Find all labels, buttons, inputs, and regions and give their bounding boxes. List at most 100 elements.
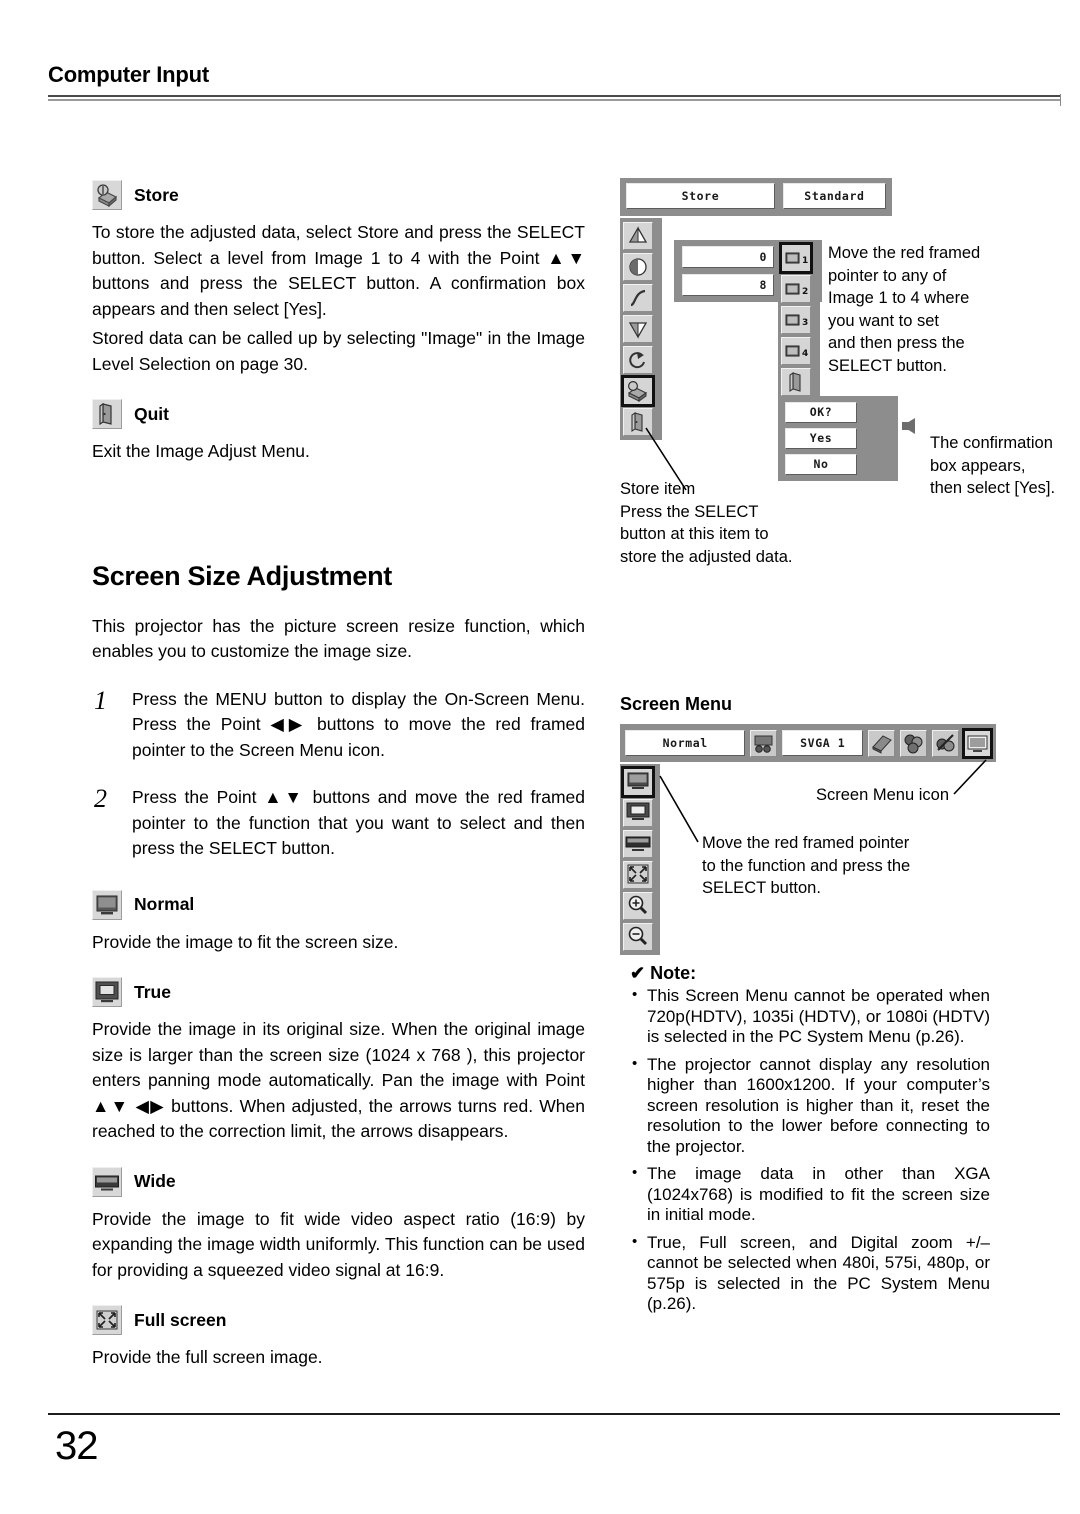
digital-zoom-in-icon[interactable]: [623, 892, 653, 920]
footer-rule: [48, 1413, 1060, 1415]
input-source-icon[interactable]: [750, 729, 778, 757]
store-paragraph-2: Stored data can be called up by selectin…: [92, 328, 585, 374]
screen-menu-pointer-callout: Move the red framed pointer to the funct…: [702, 834, 911, 897]
normal-paragraph: Provide the image to fit the screen size…: [92, 931, 399, 952]
osd-value-field-1[interactable]: 0: [682, 246, 774, 268]
note-item: True, Full screen, and Digital zoom +/– …: [630, 1232, 990, 1315]
page-number: 32: [55, 1424, 98, 1468]
image-adjust-icon[interactable]: [932, 729, 959, 757]
quit-heading: Quit: [134, 403, 169, 424]
step-1-text: Press the MENU button to display the On-…: [132, 688, 585, 760]
screen-menu-title: Screen Menu: [620, 694, 733, 714]
screen-menu-mode-field[interactable]: Normal: [625, 730, 746, 756]
true-screen-icon: [92, 977, 122, 1007]
screen-menu-icon-callout: Screen Menu icon: [816, 786, 949, 804]
left-content-column: Store To store the adjusted data, select…: [92, 180, 585, 1375]
store-heading-row: Store: [92, 180, 585, 210]
note-list: This Screen Menu cannot be operated when…: [630, 985, 990, 1315]
image-level-1-icon[interactable]: 1: [779, 242, 813, 274]
digital-zoom-out-icon[interactable]: [623, 923, 653, 951]
svg-text:3: 3: [802, 318, 808, 328]
screen-menu-system-field[interactable]: SVGA 1: [782, 730, 863, 756]
full-screen-icon[interactable]: [623, 861, 653, 889]
wide-screen-icon: [92, 1166, 122, 1197]
step-1-number: 1: [94, 685, 107, 715]
step-1: 1 Press the MENU button to display the O…: [92, 687, 585, 764]
quit-door-icon[interactable]: [781, 368, 811, 396]
note-heading-row: ✔ Note:: [630, 963, 990, 984]
osd-confirm-title: OK?: [785, 402, 857, 423]
wide-heading-row: Wide: [92, 1166, 585, 1197]
true-screen-icon[interactable]: [623, 799, 653, 827]
osd-confirm-yes[interactable]: Yes: [785, 428, 857, 449]
wide-heading: Wide: [134, 1171, 176, 1191]
image-level-3-icon[interactable]: 3: [781, 306, 811, 334]
osd-top-bar: Store Standard: [620, 178, 892, 216]
image-level-2-icon[interactable]: 2: [781, 275, 811, 303]
store-item-callout: Store item Press the SELECT button at th…: [620, 480, 793, 566]
reset-icon[interactable]: [623, 346, 653, 374]
normal-heading: Normal: [134, 894, 195, 914]
full-screen-icon: [92, 1305, 122, 1335]
contrast-down-icon[interactable]: [623, 315, 653, 343]
osd-confirm-panel: OK? Yes No: [778, 396, 898, 481]
step-2-text: Press the Point ▲▼ buttons and move the …: [132, 787, 585, 858]
image-level-callout: Move the red framed pointer to any of Im…: [828, 244, 981, 375]
osd-store-button[interactable]: Store: [626, 183, 775, 209]
image-level-4-icon[interactable]: 4: [781, 337, 811, 365]
quit-door-icon: [92, 399, 122, 429]
full-screen-paragraph: Provide the full screen image.: [92, 1347, 323, 1367]
true-paragraph: Provide the image in its original size. …: [92, 1019, 585, 1141]
osd-image-level-column: 1 2 3 4: [778, 240, 820, 400]
store-paragraph-1: To store the adjusted data, select Store…: [92, 222, 585, 319]
screen-menu-icon[interactable]: [962, 727, 993, 759]
note-heading: Note:: [650, 963, 697, 983]
svg-text:1: 1: [802, 256, 808, 266]
true-heading: True: [134, 981, 171, 1002]
osd-value-field-2[interactable]: 8: [682, 274, 774, 296]
normal-screen-icon: [92, 889, 122, 920]
normal-heading-row: Normal: [92, 889, 585, 920]
contrast-icon[interactable]: [623, 253, 653, 281]
header-end-tick: [1060, 94, 1061, 106]
full-screen-heading-row: Full screen: [92, 1305, 585, 1335]
note-item: This Screen Menu cannot be operated when…: [630, 985, 990, 1048]
full-screen-heading: Full screen: [134, 1309, 227, 1330]
contrast-up-icon[interactable]: [623, 222, 653, 250]
quit-paragraph: Exit the Image Adjust Menu.: [92, 441, 310, 461]
pc-adjust-icon[interactable]: [868, 729, 895, 757]
header-rule-thin: [48, 99, 1060, 101]
note-item: The image data in other than XGA (1024x7…: [630, 1163, 990, 1226]
confirm-callout: The confirmation box appears, then selec…: [930, 434, 1056, 497]
screen-menu-figure: Screen Menu Normal SVGA 1 Screen Menu ic…: [620, 694, 1060, 955]
screen-size-intro: This projector has the picture screen re…: [92, 615, 585, 662]
image-adjust-osd-figure: Store Standard 0 8 1 2 3 4 Move the red …: [620, 178, 1060, 566]
quit-heading-row: Quit: [92, 399, 585, 429]
check-icon: ✔: [630, 963, 646, 983]
step-2-number: 2: [94, 784, 107, 813]
wide-screen-icon[interactable]: [623, 830, 653, 858]
store-hand-icon: [92, 180, 122, 210]
svg-text:4: 4: [802, 349, 808, 359]
screen-size-title: Screen Size Adjustment: [92, 560, 392, 591]
step-2: 2 Press the Point ▲▼ buttons and move th…: [92, 785, 585, 862]
osd-menu-icon-column: [620, 218, 662, 440]
note-block: ✔Note: This Screen Menu cannot be operat…: [630, 963, 990, 1322]
osd-standard-button[interactable]: Standard: [782, 183, 886, 209]
page-title: Computer Input: [48, 62, 209, 87]
true-heading-row: True: [92, 977, 585, 1007]
svg-text:2: 2: [802, 287, 808, 297]
normal-screen-icon[interactable]: [621, 766, 655, 798]
image-select-icon[interactable]: [900, 729, 927, 757]
screen-menu-side-column: [620, 764, 660, 955]
store-heading: Store: [134, 184, 179, 205]
osd-confirm-no[interactable]: No: [785, 454, 857, 475]
screen-menu-top-bar: Normal SVGA 1: [620, 724, 996, 762]
page-header: Computer Input: [48, 62, 1061, 106]
gamma-curve-icon[interactable]: [623, 284, 653, 312]
confirm-pointer-arrow-icon: [902, 418, 915, 434]
store-hand-icon[interactable]: [621, 375, 655, 407]
note-item: The projector cannot display any resolut…: [630, 1054, 990, 1158]
quit-door-icon[interactable]: [623, 408, 653, 436]
wide-paragraph: Provide the image to fit wide video aspe…: [92, 1208, 585, 1280]
